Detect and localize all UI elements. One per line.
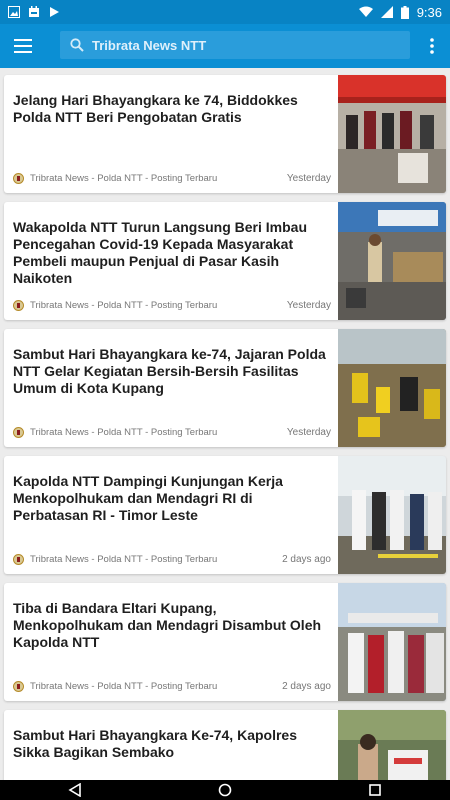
article-time: Yesterday — [286, 173, 331, 184]
calendar-notification-icon — [29, 6, 39, 17]
article-time: 2 days ago — [282, 681, 331, 692]
article-thumbnail — [338, 75, 446, 193]
article-source: Tribrata News - Polda NTT - Posting Terb… — [30, 681, 218, 692]
article-time: Yesterday — [286, 427, 331, 438]
article-thumbnail — [338, 583, 446, 701]
article-title: Kapolda NTT Dampingi Kunjungan Kerja Men… — [13, 473, 283, 523]
article-title: Tiba di Bandara Eltari Kupang, Menkopolh… — [13, 600, 322, 650]
source-logo-icon — [13, 554, 24, 565]
article-time: Yesterday — [286, 300, 331, 311]
more-options-button[interactable] — [420, 32, 444, 60]
article-thumbnail — [338, 202, 446, 320]
news-card[interactable]: Jelang Hari Bhayangkara ke 74, Biddokkes… — [4, 75, 446, 193]
article-title: Wakapolda NTT Turun Langsung Beri Imbau … — [13, 219, 308, 286]
article-thumbnail — [338, 710, 446, 780]
cell-signal-icon — [380, 6, 393, 18]
article-title: Sambut Hari Bhayangkara ke-74, Jajaran P… — [13, 346, 326, 396]
news-feed[interactable]: Jelang Hari Bhayangkara ke 74, Biddokkes… — [0, 68, 450, 780]
article-time: 2 days ago — [282, 554, 331, 565]
app-bar: Tribrata News NTT — [0, 24, 450, 68]
news-card[interactable]: Sambut Hari Bhayangkara ke-74, Jajaran P… — [4, 329, 446, 447]
play-store-notification-icon — [50, 7, 59, 17]
article-meta: Tribrata News - Polda NTT - Posting Terb… — [13, 427, 331, 438]
home-circle-icon — [218, 783, 232, 797]
back-triangle-icon — [68, 783, 81, 797]
source-logo-icon — [13, 681, 24, 692]
system-navigation-bar — [0, 780, 450, 800]
article-meta: Tribrata News - Polda NTT - Posting Terb… — [13, 554, 331, 565]
article-source: Tribrata News - Polda NTT - Posting Terb… — [30, 173, 218, 184]
article-source: Tribrata News - Polda NTT - Posting Terb… — [30, 300, 218, 311]
gallery-notification-icon — [8, 6, 20, 18]
status-time: 9:36 — [416, 4, 442, 20]
recents-square-icon — [369, 784, 381, 796]
home-button[interactable] — [215, 780, 235, 800]
article-meta: Tribrata News - Polda NTT - Posting Terb… — [13, 681, 331, 692]
recents-button[interactable] — [365, 780, 385, 800]
source-logo-icon — [13, 173, 24, 184]
battery-icon — [400, 5, 409, 19]
article-meta: Tribrata News - Polda NTT - Posting Terb… — [13, 173, 331, 184]
article-source: Tribrata News - Polda NTT - Posting Terb… — [30, 554, 218, 565]
article-meta: Tribrata News - Polda NTT - Posting Terb… — [13, 300, 331, 311]
article-title: Sambut Hari Bhayangkara Ke-74, Kapolres … — [13, 727, 297, 760]
search-text: Tribrata News NTT — [92, 37, 207, 53]
article-thumbnail — [338, 329, 446, 447]
news-card[interactable]: Tiba di Bandara Eltari Kupang, Menkopolh… — [4, 583, 446, 701]
source-logo-icon — [13, 427, 24, 438]
news-card[interactable]: Wakapolda NTT Turun Langsung Beri Imbau … — [4, 202, 446, 320]
menu-button[interactable] — [0, 24, 46, 68]
search-icon — [70, 38, 84, 52]
wifi-icon — [358, 6, 373, 17]
news-card[interactable]: Sambut Hari Bhayangkara Ke-74, Kapolres … — [4, 710, 446, 780]
back-button[interactable] — [65, 780, 85, 800]
search-bar[interactable]: Tribrata News NTT — [60, 31, 410, 59]
status-bar: 9:36 — [0, 0, 450, 24]
article-thumbnail — [338, 456, 446, 574]
more-vert-icon — [430, 38, 434, 54]
article-title: Jelang Hari Bhayangkara ke 74, Biddokkes… — [13, 92, 298, 125]
source-logo-icon — [13, 300, 24, 311]
news-card[interactable]: Kapolda NTT Dampingi Kunjungan Kerja Men… — [4, 456, 446, 574]
article-source: Tribrata News - Polda NTT - Posting Terb… — [30, 427, 218, 438]
hamburger-menu-icon — [14, 39, 32, 53]
